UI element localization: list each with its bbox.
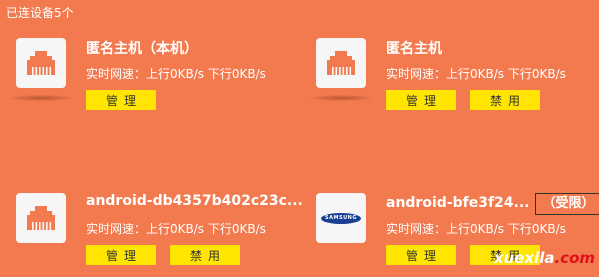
watermark-main: xuexila — [493, 249, 555, 267]
disable-button[interactable]: 禁用 — [470, 90, 540, 110]
device-name: 匿名主机 — [386, 41, 442, 57]
watermark-tld: com — [560, 249, 595, 267]
restricted-badge: （受限） — [535, 193, 599, 215]
manage-button[interactable]: 管理 — [86, 245, 156, 265]
download-speed: 下行0KB/s — [207, 222, 266, 236]
speed-label: 实时网速： — [386, 222, 447, 236]
manage-button[interactable]: 管理 — [386, 90, 456, 110]
device-icon-box[interactable] — [16, 193, 66, 243]
upload-speed: 上行0KB/s — [446, 67, 505, 81]
device-card: 匿名主机 实时网速：上行0KB/s 下行0KB/s 管理 禁用 — [310, 38, 599, 122]
upload-speed: 上行0KB/s — [146, 67, 205, 81]
device-name-text: android-bfe3f24... — [386, 195, 530, 211]
manage-button[interactable]: 管理 — [386, 245, 456, 265]
download-speed: 下行0KB/s — [507, 222, 566, 236]
device-card: 匿名主机（本机） 实时网速：上行0KB/s 下行0KB/s 管理 — [10, 38, 306, 122]
icon-shadow — [310, 95, 372, 101]
download-speed: 下行0KB/s — [207, 67, 266, 81]
device-icon-box[interactable]: SAMSUNG — [316, 193, 366, 243]
realtime-speed: 实时网速：上行0KB/s 下行0KB/s — [86, 65, 266, 82]
connected-devices-title: 已连设备5个 — [6, 6, 74, 20]
upload-speed: 上行0KB/s — [146, 222, 205, 236]
speed-label: 实时网速： — [86, 67, 147, 81]
manage-button[interactable]: 管理 — [86, 90, 156, 110]
icon-shadow — [10, 95, 72, 101]
speed-label: 实时网速： — [86, 222, 147, 236]
realtime-speed: 实时网速：上行0KB/s 下行0KB/s — [386, 220, 566, 237]
download-speed: 下行0KB/s — [507, 67, 566, 81]
realtime-speed: 实时网速：上行0KB/s 下行0KB/s — [386, 65, 566, 82]
device-icon-box[interactable] — [316, 38, 366, 88]
device-icon-box[interactable] — [16, 38, 66, 88]
upload-speed: 上行0KB/s — [446, 222, 505, 236]
ethernet-port-icon — [27, 51, 55, 75]
device-name: android-bfe3f24... （受限） — [386, 193, 599, 215]
disable-button[interactable]: 禁用 — [170, 245, 240, 265]
site-watermark: xuexila.com — [494, 249, 595, 267]
realtime-speed: 实时网速：上行0KB/s 下行0KB/s — [86, 220, 266, 237]
device-name: android-db4357b402c23c... — [86, 193, 303, 209]
samsung-logo-icon: SAMSUNG — [321, 212, 361, 224]
device-name: 匿名主机（本机） — [86, 41, 198, 57]
ethernet-port-icon — [327, 51, 355, 75]
ethernet-port-icon — [27, 206, 55, 230]
device-card: android-db4357b402c23c... 实时网速：上行0KB/s 下… — [16, 193, 306, 277]
speed-label: 实时网速： — [386, 67, 447, 81]
